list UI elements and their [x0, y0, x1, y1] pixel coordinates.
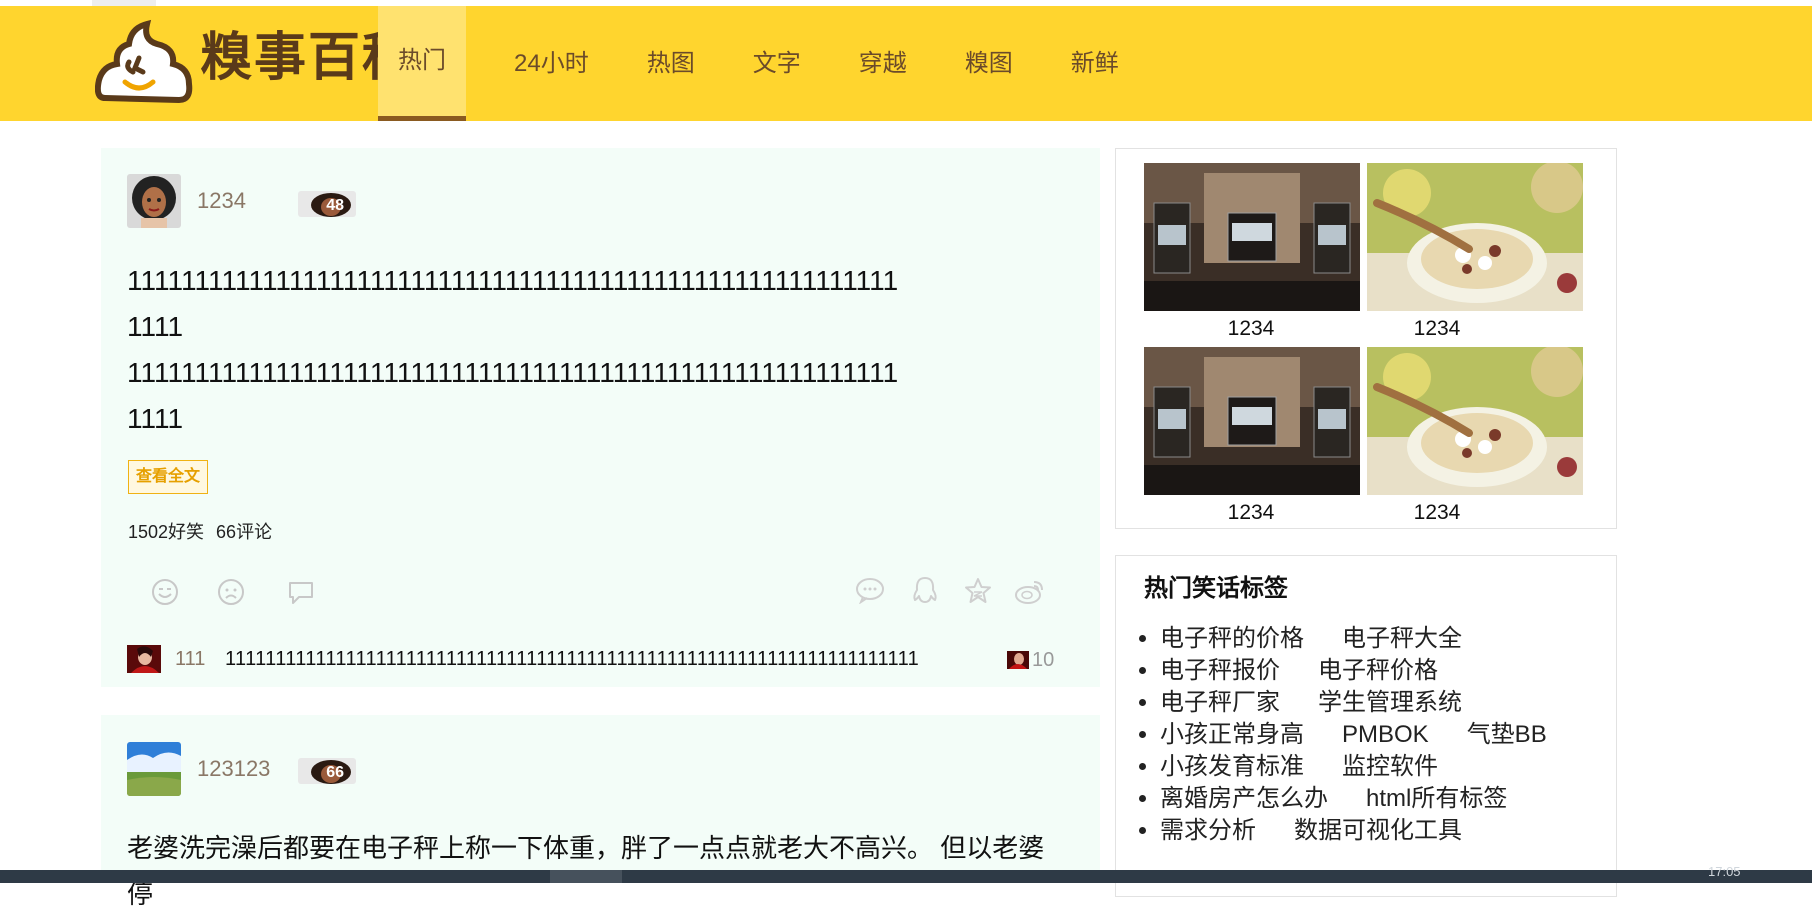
taskbar-clock[interactable]: 17:05 [1708, 864, 1741, 879]
author-name[interactable]: 123123 [197, 756, 270, 782]
comment-like-thumb [1007, 651, 1029, 669]
read-more-button[interactable]: 查看全文 [128, 460, 208, 494]
showroom-photo-icon[interactable] [1144, 347, 1360, 495]
tag-link[interactable]: 电子秤价格 [1318, 657, 1438, 684]
tag-row: 电子秤报价 电子秤价格 [1160, 655, 1600, 687]
post-content[interactable]: 1111111111111111111111111111111111111111… [127, 258, 1067, 442]
comment-user[interactable]: 111 [175, 645, 205, 673]
tag-link[interactable]: 数据可视化工具 [1294, 817, 1462, 844]
nav-hot[interactable]: 热门 [378, 6, 466, 121]
tag-row: 需求分析 数据可视化工具 [1160, 815, 1600, 847]
tag-row: 小孩正常身高 PMBOK 气垫BB [1160, 719, 1600, 751]
tag-row: 电子秤的价格 电子秤大全 [1160, 623, 1600, 655]
nav-24h[interactable]: 24小时 [494, 6, 609, 121]
hot-images-box: 1234 1234 1234 1234 [1115, 148, 1617, 529]
tag-list: 电子秤的价格 电子秤大全 电子秤报价 电子秤价格 电子秤厂家 学生管理系统 小孩正常身… [1116, 623, 1600, 847]
author-name[interactable]: 1234 [197, 188, 246, 214]
tag-link[interactable]: 需求分析 [1160, 817, 1256, 844]
age-badge: 48 [298, 191, 356, 217]
image-caption[interactable]: 1234 [1342, 501, 1532, 525]
tag-row: 电子秤厂家 学生管理系统 [1160, 687, 1600, 719]
tag-row: 离婚房产怎么办 html所有标签 [1160, 783, 1600, 815]
poop-mascot-icon [94, 19, 193, 104]
tag-link[interactable]: 离婚房产怎么办 [1160, 785, 1328, 812]
funny-vote-icon[interactable] [151, 578, 179, 606]
tag-link[interactable]: 学生管理系统 [1318, 689, 1462, 716]
tag-link[interactable]: 小孩发育标准 [1160, 753, 1304, 780]
avatar[interactable] [127, 174, 181, 228]
weibo-share-icon[interactable] [1014, 576, 1046, 606]
content-line: 1111 [127, 403, 184, 434]
age-value: 66 [326, 764, 344, 781]
tags-title: 热门笑话标签 [1144, 575, 1288, 602]
qq-share-icon[interactable] [911, 576, 939, 606]
comment-icon[interactable] [287, 580, 315, 606]
content-line: 1111111111111111111111111111111111111111… [127, 265, 899, 296]
avatar[interactable] [127, 742, 181, 796]
content-line: 1111 [127, 311, 184, 342]
post-author[interactable]: 123123 [127, 742, 270, 796]
nav-text[interactable]: 文字 [733, 6, 821, 121]
post-stats: 1502好笑 66评论 [128, 518, 284, 544]
image-caption[interactable]: 1234 [1342, 317, 1532, 341]
comment-avatar[interactable] [127, 645, 161, 673]
tag-link[interactable]: html所有标签 [1366, 785, 1507, 812]
hot-tags-box: 热门笑话标签 电子秤的价格 电子秤大全 电子秤报价 电子秤价格 电子秤厂家 学生管理系… [1115, 555, 1617, 897]
os-taskbar: 17:05 [0, 864, 1812, 883]
post-card: 123123 66 老婆洗完澡后都要在电子秤上称一下体重，胖了一点点就老大不高兴… [101, 715, 1100, 909]
tag-row: 小孩发育标准 监控软件 [1160, 751, 1600, 783]
qzone-share-icon[interactable] [963, 576, 993, 606]
nav-qiutu[interactable]: 糗图 [945, 6, 1033, 121]
tag-link[interactable]: 监控软件 [1342, 753, 1438, 780]
tag-link[interactable]: 电子秤厂家 [1160, 689, 1280, 716]
tag-link[interactable]: 气垫BB [1467, 721, 1547, 748]
tag-link[interactable]: 电子秤报价 [1160, 657, 1280, 684]
funny-count: 1502好笑 [128, 522, 205, 542]
post-author[interactable]: 1234 [127, 174, 246, 228]
tag-link[interactable]: 电子秤的价格 [1160, 625, 1304, 652]
not-funny-vote-icon[interactable] [217, 578, 245, 606]
main-nav: 热门 24小时 热图 文字 穿越 糗图 新鲜 [378, 6, 1157, 121]
age-value: 48 [326, 197, 344, 214]
nav-fresh[interactable]: 新鲜 [1051, 6, 1139, 121]
image-caption[interactable]: 1234 [1156, 317, 1346, 341]
tag-link[interactable]: 电子秤大全 [1342, 625, 1462, 652]
comment-text: 1111111111111111111111111111111111111111… [225, 648, 920, 670]
wechat-share-icon[interactable] [855, 576, 885, 604]
soup-photo-icon[interactable] [1367, 163, 1583, 311]
content-line: 1111111111111111111111111111111111111111… [127, 357, 899, 388]
tag-link[interactable]: PMBOK [1342, 721, 1429, 748]
top-comment: 111 111111111111111111111111111111111111… [127, 645, 1067, 673]
post-card: 1234 48 11111111111111111111111111111111… [101, 148, 1100, 687]
soup-photo-icon[interactable] [1367, 347, 1583, 495]
comment-count[interactable]: 66评论 [216, 522, 272, 542]
tag-link[interactable]: 小孩正常身高 [1160, 721, 1304, 748]
age-badge: 66 [298, 758, 356, 784]
showroom-photo-icon[interactable] [1144, 163, 1360, 311]
image-caption[interactable]: 1234 [1156, 501, 1346, 525]
taskbar-app-button[interactable] [550, 870, 622, 883]
nav-hot-images[interactable]: 热图 [627, 6, 715, 121]
nav-history[interactable]: 穿越 [839, 6, 927, 121]
comment-like-count: 10 [1032, 649, 1055, 671]
site-header: 糗事百科 热门 24小时 热图 文字 穿越 糗图 新鲜 [0, 6, 1812, 121]
